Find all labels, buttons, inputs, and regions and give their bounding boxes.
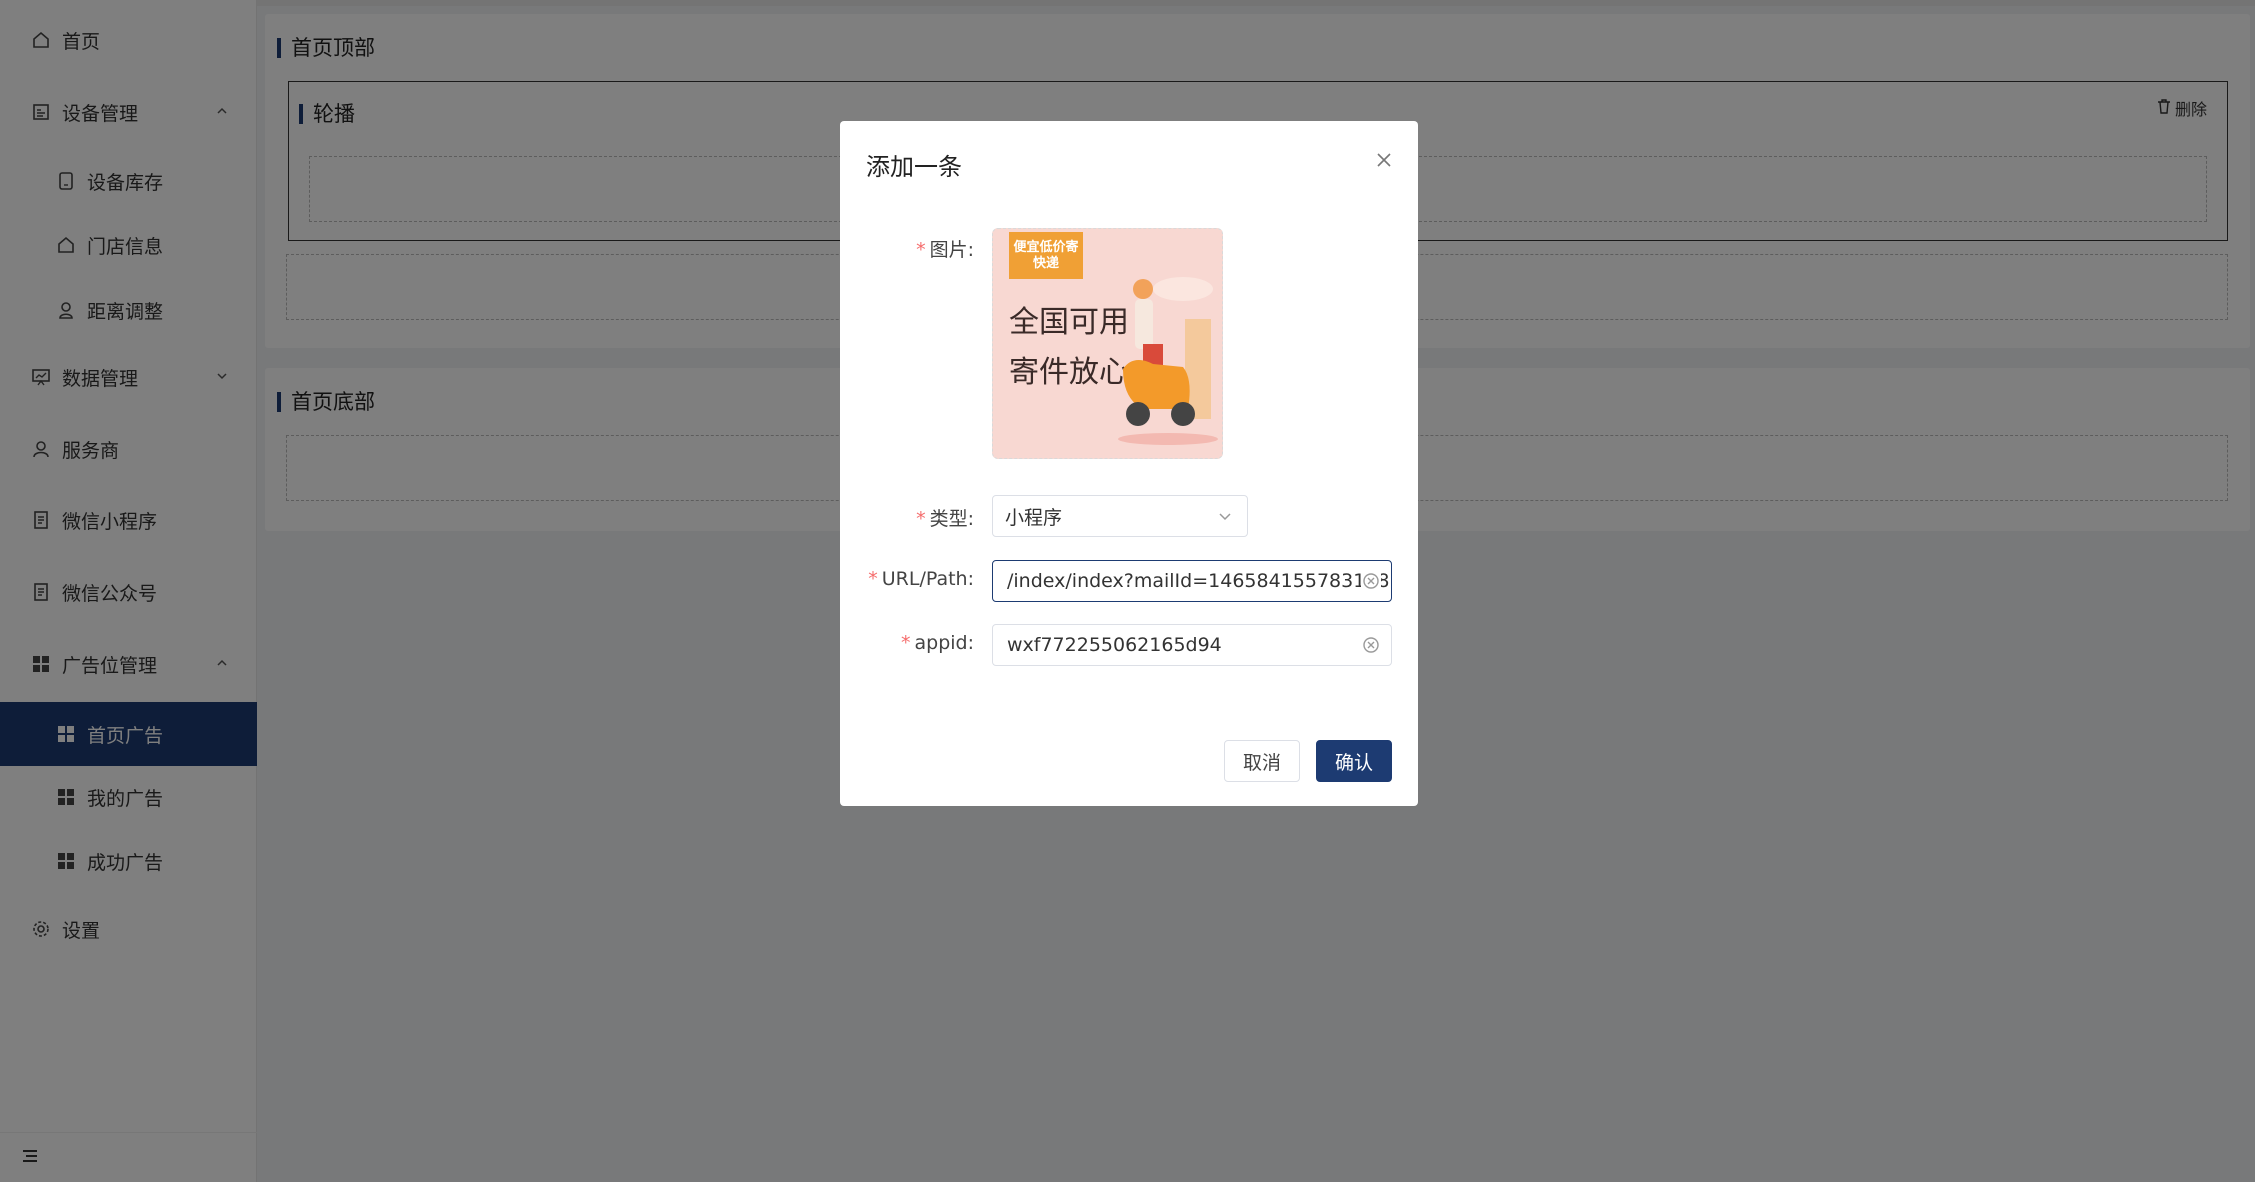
clear-icon[interactable] [1361,571,1381,591]
url-path-value: /index/index?mailId=146584155783168 [1007,570,1390,592]
scooter-illustration [1118,277,1218,445]
type-value: 小程序 [1005,506,1063,529]
close-icon [1376,149,1392,174]
image-upload[interactable]: 便宜低价寄快递 全国可用 寄件放心 [992,228,1223,459]
chevron-down-icon [1217,507,1233,529]
type-select[interactable]: 小程序 [992,495,1248,537]
appid-input[interactable]: wxf772255062165d94 [992,624,1392,666]
type-label: * 类型: [916,508,974,530]
image-label: * 图片: [916,239,974,261]
close-button[interactable] [1374,151,1394,171]
ad-headline-2: 寄件放心 [1009,355,1129,390]
confirm-button[interactable]: 确认 [1316,740,1392,782]
add-item-dialog: 添加一条 * 图片: 便宜低价寄快递 全国可用 寄件放心 * 类型: 小程序 * UR… [840,121,1418,806]
ad-headline-1: 全国可用 [1009,305,1129,340]
clear-icon[interactable] [1361,635,1381,655]
ad-badge: 便宜低价寄快递 [1009,232,1083,279]
appid-value: wxf772255062165d94 [1007,634,1222,656]
appid-label: * appid: [900,632,974,654]
url-label: * URL/Path: [868,568,974,590]
cancel-button[interactable]: 取消 [1224,740,1300,782]
dialog-title: 添加一条 [866,153,962,181]
url-path-input[interactable]: /index/index?mailId=146584155783168 [992,560,1392,602]
